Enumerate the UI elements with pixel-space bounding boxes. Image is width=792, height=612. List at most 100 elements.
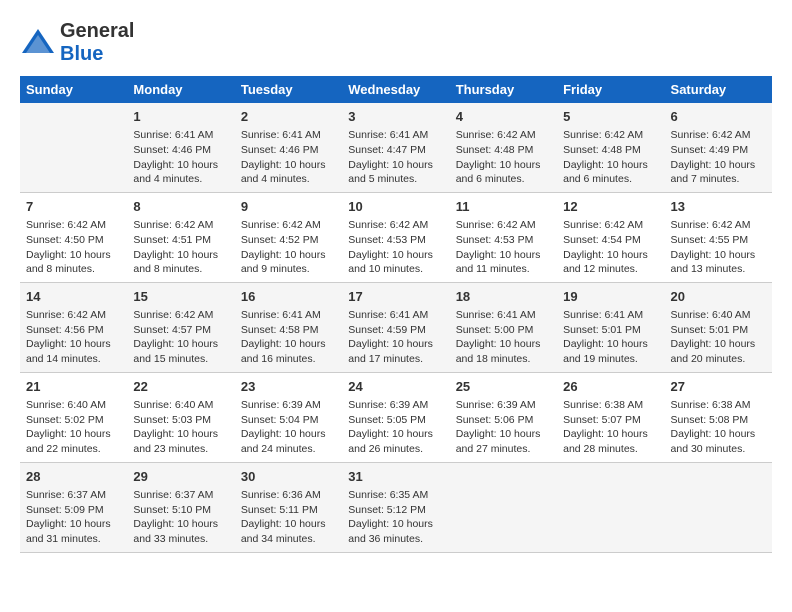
calendar-week-row: 21Sunrise: 6:40 AM Sunset: 5:02 PM Dayli… <box>20 372 772 462</box>
calendar-cell: 29 Sunrise: 6:37 AM Sunset: 5:10 PM Dayli… <box>127 462 234 552</box>
day-content: Sunrise: 6:37 AM Sunset: 5:10 PM Dayligh… <box>133 488 228 547</box>
calendar-cell: 15 Sunrise: 6:42 AM Sunset: 4:57 PM Dayli… <box>127 282 234 372</box>
day-content: Sunrise: 6:42 AM Sunset: 4:48 PM Dayligh… <box>456 128 551 187</box>
calendar-cell: 1Sunrise: 6:41 AM Sunset: 4:46 PM Daylig… <box>127 103 234 192</box>
day-number: 23 <box>241 378 336 396</box>
calendar-cell: 7Sunrise: 6:42 AM Sunset: 4:50 PM Daylig… <box>20 192 127 282</box>
day-number: 20 <box>671 288 766 306</box>
calendar-cell: 6 Sunrise: 6:42 AM Sunset: 4:49 PM Daylig… <box>665 103 772 192</box>
day-number: 14 <box>26 288 121 306</box>
header-row: SundayMondayTuesdayWednesdayThursdayFrid… <box>20 76 772 103</box>
day-content: Sunrise: 6:38 AM Sunset: 5:07 PM Dayligh… <box>563 398 658 457</box>
logo-general-text: General <box>60 20 134 42</box>
day-number: 22 <box>133 378 228 396</box>
day-number: 19 <box>563 288 658 306</box>
day-number: 29 <box>133 468 228 486</box>
calendar-header: SundayMondayTuesdayWednesdayThursdayFrid… <box>20 76 772 103</box>
day-content: Sunrise: 6:41 AM Sunset: 4:46 PM Dayligh… <box>133 128 228 187</box>
calendar-cell: 30 Sunrise: 6:36 AM Sunset: 5:11 PM Dayli… <box>235 462 342 552</box>
day-content: Sunrise: 6:40 AM Sunset: 5:02 PM Dayligh… <box>26 398 121 457</box>
calendar-cell: 13 Sunrise: 6:42 AM Sunset: 4:55 PM Dayli… <box>665 192 772 282</box>
logo-icon <box>20 25 56 61</box>
page-header: General Blue <box>20 20 772 66</box>
calendar-cell: 11 Sunrise: 6:42 AM Sunset: 4:53 PM Dayli… <box>450 192 557 282</box>
day-header-saturday: Saturday <box>665 76 772 103</box>
day-number: 27 <box>671 378 766 396</box>
calendar-cell: 22 Sunrise: 6:40 AM Sunset: 5:03 PM Dayli… <box>127 372 234 462</box>
day-content: Sunrise: 6:42 AM Sunset: 4:54 PM Dayligh… <box>563 218 658 277</box>
day-header-thursday: Thursday <box>450 76 557 103</box>
day-number: 25 <box>456 378 551 396</box>
day-content: Sunrise: 6:42 AM Sunset: 4:53 PM Dayligh… <box>348 218 443 277</box>
day-content: Sunrise: 6:41 AM Sunset: 5:01 PM Dayligh… <box>563 308 658 367</box>
calendar-body: 1Sunrise: 6:41 AM Sunset: 4:46 PM Daylig… <box>20 103 772 552</box>
calendar-cell: 23 Sunrise: 6:39 AM Sunset: 5:04 PM Dayli… <box>235 372 342 462</box>
day-number: 10 <box>348 198 443 216</box>
calendar-cell <box>450 462 557 552</box>
day-content: Sunrise: 6:41 AM Sunset: 4:58 PM Dayligh… <box>241 308 336 367</box>
day-header-tuesday: Tuesday <box>235 76 342 103</box>
calendar-cell: 28 Sunrise: 6:37 AM Sunset: 5:09 PM Dayli… <box>20 462 127 552</box>
day-content: Sunrise: 6:42 AM Sunset: 4:50 PM Dayligh… <box>26 218 121 277</box>
day-content: Sunrise: 6:42 AM Sunset: 4:56 PM Dayligh… <box>26 308 121 367</box>
day-content: Sunrise: 6:39 AM Sunset: 5:04 PM Dayligh… <box>241 398 336 457</box>
logo-blue-text: Blue <box>60 43 103 65</box>
day-number: 9 <box>241 198 336 216</box>
calendar-cell: 16Sunrise: 6:41 AM Sunset: 4:58 PM Dayli… <box>235 282 342 372</box>
day-header-monday: Monday <box>127 76 234 103</box>
day-header-friday: Friday <box>557 76 664 103</box>
day-content: Sunrise: 6:37 AM Sunset: 5:09 PM Dayligh… <box>26 488 121 547</box>
calendar-week-row: 1Sunrise: 6:41 AM Sunset: 4:46 PM Daylig… <box>20 103 772 192</box>
day-content: Sunrise: 6:42 AM Sunset: 4:52 PM Dayligh… <box>241 218 336 277</box>
calendar-cell: 17 Sunrise: 6:41 AM Sunset: 4:59 PM Dayli… <box>342 282 449 372</box>
day-content: Sunrise: 6:42 AM Sunset: 4:48 PM Dayligh… <box>563 128 658 187</box>
calendar-cell: 9 Sunrise: 6:42 AM Sunset: 4:52 PM Daylig… <box>235 192 342 282</box>
day-number: 11 <box>456 198 551 216</box>
day-number: 5 <box>563 108 658 126</box>
day-content: Sunrise: 6:42 AM Sunset: 4:55 PM Dayligh… <box>671 218 766 277</box>
day-content: Sunrise: 6:41 AM Sunset: 5:00 PM Dayligh… <box>456 308 551 367</box>
day-number: 28 <box>26 468 121 486</box>
day-content: Sunrise: 6:38 AM Sunset: 5:08 PM Dayligh… <box>671 398 766 457</box>
calendar-cell: 8Sunrise: 6:42 AM Sunset: 4:51 PM Daylig… <box>127 192 234 282</box>
day-content: Sunrise: 6:41 AM Sunset: 4:59 PM Dayligh… <box>348 308 443 367</box>
calendar-cell <box>20 103 127 192</box>
day-content: Sunrise: 6:35 AM Sunset: 5:12 PM Dayligh… <box>348 488 443 547</box>
day-content: Sunrise: 6:42 AM Sunset: 4:51 PM Dayligh… <box>133 218 228 277</box>
day-number: 30 <box>241 468 336 486</box>
day-content: Sunrise: 6:36 AM Sunset: 5:11 PM Dayligh… <box>241 488 336 547</box>
calendar-cell: 10 Sunrise: 6:42 AM Sunset: 4:53 PM Dayli… <box>342 192 449 282</box>
calendar-week-row: 7Sunrise: 6:42 AM Sunset: 4:50 PM Daylig… <box>20 192 772 282</box>
calendar-cell: 25 Sunrise: 6:39 AM Sunset: 5:06 PM Dayli… <box>450 372 557 462</box>
day-number: 17 <box>348 288 443 306</box>
day-content: Sunrise: 6:42 AM Sunset: 4:53 PM Dayligh… <box>456 218 551 277</box>
day-number: 18 <box>456 288 551 306</box>
day-content: Sunrise: 6:42 AM Sunset: 4:57 PM Dayligh… <box>133 308 228 367</box>
day-number: 24 <box>348 378 443 396</box>
day-number: 31 <box>348 468 443 486</box>
day-number: 13 <box>671 198 766 216</box>
calendar-week-row: 14 Sunrise: 6:42 AM Sunset: 4:56 PM Dayli… <box>20 282 772 372</box>
calendar-cell: 26 Sunrise: 6:38 AM Sunset: 5:07 PM Dayli… <box>557 372 664 462</box>
day-content: Sunrise: 6:41 AM Sunset: 4:47 PM Dayligh… <box>348 128 443 187</box>
day-content: Sunrise: 6:39 AM Sunset: 5:06 PM Dayligh… <box>456 398 551 457</box>
day-number: 15 <box>133 288 228 306</box>
day-number: 6 <box>671 108 766 126</box>
day-content: Sunrise: 6:41 AM Sunset: 4:46 PM Dayligh… <box>241 128 336 187</box>
day-header-sunday: Sunday <box>20 76 127 103</box>
day-number: 26 <box>563 378 658 396</box>
calendar-cell: 5 Sunrise: 6:42 AM Sunset: 4:48 PM Daylig… <box>557 103 664 192</box>
calendar-cell: 3Sunrise: 6:41 AM Sunset: 4:47 PM Daylig… <box>342 103 449 192</box>
calendar-cell: 19 Sunrise: 6:41 AM Sunset: 5:01 PM Dayli… <box>557 282 664 372</box>
day-number: 12 <box>563 198 658 216</box>
day-content: Sunrise: 6:42 AM Sunset: 4:49 PM Dayligh… <box>671 128 766 187</box>
calendar-cell: 27 Sunrise: 6:38 AM Sunset: 5:08 PM Dayli… <box>665 372 772 462</box>
day-content: Sunrise: 6:40 AM Sunset: 5:01 PM Dayligh… <box>671 308 766 367</box>
calendar-cell: 31 Sunrise: 6:35 AM Sunset: 5:12 PM Dayli… <box>342 462 449 552</box>
calendar-week-row: 28 Sunrise: 6:37 AM Sunset: 5:09 PM Dayli… <box>20 462 772 552</box>
day-content: Sunrise: 6:40 AM Sunset: 5:03 PM Dayligh… <box>133 398 228 457</box>
calendar-cell: 21Sunrise: 6:40 AM Sunset: 5:02 PM Dayli… <box>20 372 127 462</box>
calendar-cell: 24Sunrise: 6:39 AM Sunset: 5:05 PM Dayli… <box>342 372 449 462</box>
calendar-cell: 20 Sunrise: 6:40 AM Sunset: 5:01 PM Dayli… <box>665 282 772 372</box>
calendar-cell: 14 Sunrise: 6:42 AM Sunset: 4:56 PM Dayli… <box>20 282 127 372</box>
